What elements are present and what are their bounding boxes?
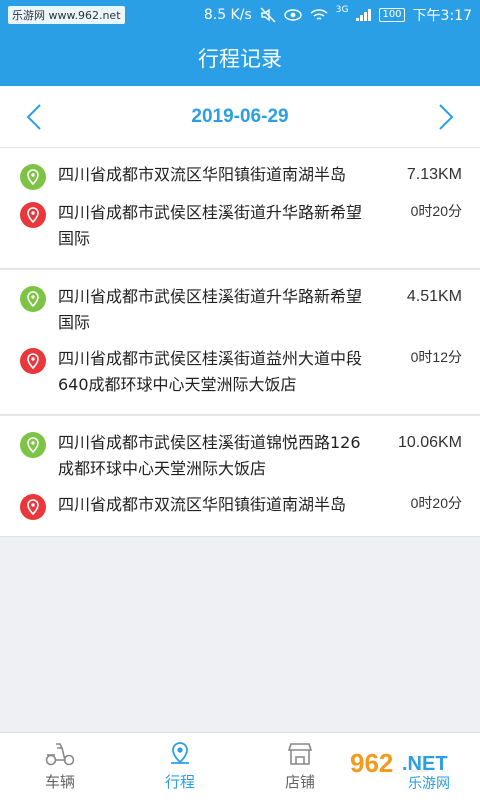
title-bar: 行程记录	[0, 30, 480, 86]
tab-label: 行程	[164, 773, 195, 791]
watermark-text: 乐游网 www.962.net	[8, 6, 125, 24]
status-bar: 乐游网 www.962.net 8.5 K/s 3G 100 下午3:17	[0, 0, 480, 30]
next-date-button[interactable]	[432, 97, 460, 137]
store-icon	[287, 743, 313, 765]
end-address: 四川省成都市武侯区桂溪街道益州大道中段640成都环球中心天堂洲际大饭店	[58, 349, 363, 394]
svg-text:乐游网: 乐游网	[408, 776, 450, 792]
scooter-icon	[45, 743, 75, 766]
svg-text:.NET: .NET	[402, 753, 448, 775]
date-selector: 2019-06-29	[0, 86, 480, 148]
prev-date-button[interactable]	[20, 97, 48, 137]
network-speed: 8.5 K/s	[203, 7, 252, 23]
trip-duration: 0时20分	[410, 203, 462, 219]
start-address: 四川省成都市武侯区桂溪街道锦悦西路126成都环球中心天堂洲际大饭店	[58, 433, 361, 478]
trip-start-row: 四川省成都市双流区华阳镇街道南湖半岛 7.13KM	[0, 156, 480, 194]
trip-distance: 4.51KM	[406, 288, 462, 305]
trip-end-row: 四川省成都市武侯区桂溪街道益州大道中段640成都环球中心天堂洲际大饭店 0时12…	[0, 340, 480, 402]
tab-trips[interactable]: 行程	[120, 733, 240, 800]
trip-record[interactable]: 四川省成都市双流区华阳镇街道南湖半岛 7.13KM 四川省成都市武侯区桂溪街道升…	[0, 148, 480, 269]
battery-icon: 100	[379, 8, 405, 22]
clock: 下午3:17	[412, 8, 472, 24]
signal-icon	[356, 9, 372, 21]
start-location-icon	[20, 286, 46, 312]
start-address: 四川省成都市双流区华阳镇街道南湖半岛	[58, 165, 347, 184]
trip-start-row: 四川省成都市武侯区桂溪街道升华路新希望国际 4.51KM	[0, 278, 480, 340]
end-address: 四川省成都市双流区华阳镇街道南湖半岛	[58, 495, 347, 514]
trip-distance: 7.13KM	[406, 166, 462, 183]
svg-text:962: 962	[350, 748, 393, 778]
end-location-icon	[20, 494, 46, 520]
start-location-icon	[20, 432, 46, 458]
tab-label: 店铺	[284, 773, 315, 791]
mute-icon	[260, 7, 276, 23]
trip-start-row: 四川省成都市武侯区桂溪街道锦悦西路126成都环球中心天堂洲际大饭店 10.06K…	[0, 424, 480, 486]
trip-list: 四川省成都市双流区华阳镇街道南湖半岛 7.13KM 四川省成都市武侯区桂溪街道升…	[0, 148, 480, 537]
tab-vehicle[interactable]: 车辆	[0, 733, 120, 800]
tab-label: 车辆	[44, 773, 75, 791]
location-pin-icon	[171, 742, 189, 764]
status-icons: 8.5 K/s 3G 100 下午3:17	[204, 5, 472, 25]
trip-record[interactable]: 四川省成都市武侯区桂溪街道锦悦西路126成都环球中心天堂洲际大饭店 10.06K…	[0, 415, 480, 537]
trip-end-row: 四川省成都市双流区华阳镇街道南湖半岛 0时20分	[0, 486, 480, 524]
end-location-icon	[20, 348, 46, 374]
trip-end-row: 四川省成都市武侯区桂溪街道升华路新希望国际 0时20分	[0, 194, 480, 256]
trip-duration: 0时12分	[410, 349, 462, 365]
end-address: 四川省成都市武侯区桂溪街道升华路新希望国际	[58, 203, 363, 248]
end-location-icon	[20, 202, 46, 228]
trip-record[interactable]: 四川省成都市武侯区桂溪街道升华路新希望国际 4.51KM 四川省成都市武侯区桂溪…	[0, 269, 480, 415]
network-type: 3G	[335, 5, 349, 15]
page-title: 行程记录	[198, 47, 282, 71]
eye-icon	[284, 9, 302, 21]
wifi-icon	[310, 9, 328, 20]
bottom-tab-bar: 车辆 行程 店铺 962 .NET 乐游网	[0, 732, 480, 800]
trip-duration: 0时20分	[410, 495, 462, 511]
current-date: 2019-06-29	[191, 105, 289, 127]
start-location-icon	[20, 164, 46, 190]
start-address: 四川省成都市武侯区桂溪街道升华路新希望国际	[58, 287, 363, 332]
watermark-logo: 962 .NET 乐游网	[342, 744, 472, 792]
trip-distance: 10.06KM	[397, 434, 462, 451]
chevron-left-icon	[26, 103, 41, 130]
chevron-right-icon	[439, 103, 454, 130]
